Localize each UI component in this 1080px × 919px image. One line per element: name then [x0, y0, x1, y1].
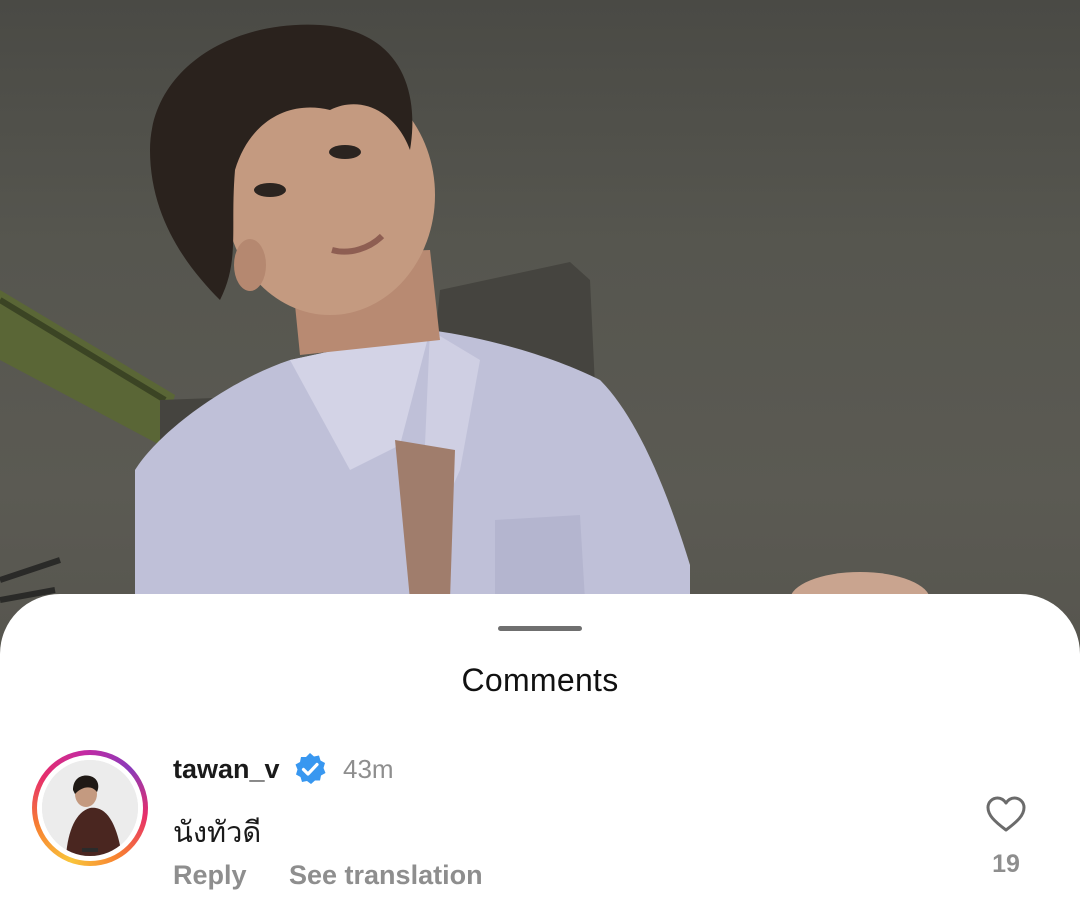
heart-outline-icon[interactable]: [984, 794, 1028, 834]
verified-badge-icon: [295, 753, 326, 784]
see-translation-button[interactable]: See translation: [289, 860, 483, 891]
comment-text: นังทัวดี: [173, 817, 262, 849]
comment-username[interactable]: tawan_v: [173, 754, 280, 785]
avatar-story-ring[interactable]: [32, 750, 148, 866]
avatar-photo: [42, 760, 138, 856]
avatar-ring-gap: [37, 755, 143, 861]
sheet-drag-handle[interactable]: [498, 626, 582, 631]
avatar: [42, 760, 138, 856]
like-count: 19: [992, 850, 1020, 878]
reply-button[interactable]: Reply: [173, 860, 247, 891]
comments-sheet: Comments tawan_v 43m นังทัวดี Reply See …: [0, 594, 1080, 919]
sheet-title: Comments: [461, 662, 619, 698]
comment-timestamp: 43m: [343, 754, 394, 784]
comments-screen: Comments tawan_v 43m นังทัวดี Reply See …: [0, 0, 1080, 919]
